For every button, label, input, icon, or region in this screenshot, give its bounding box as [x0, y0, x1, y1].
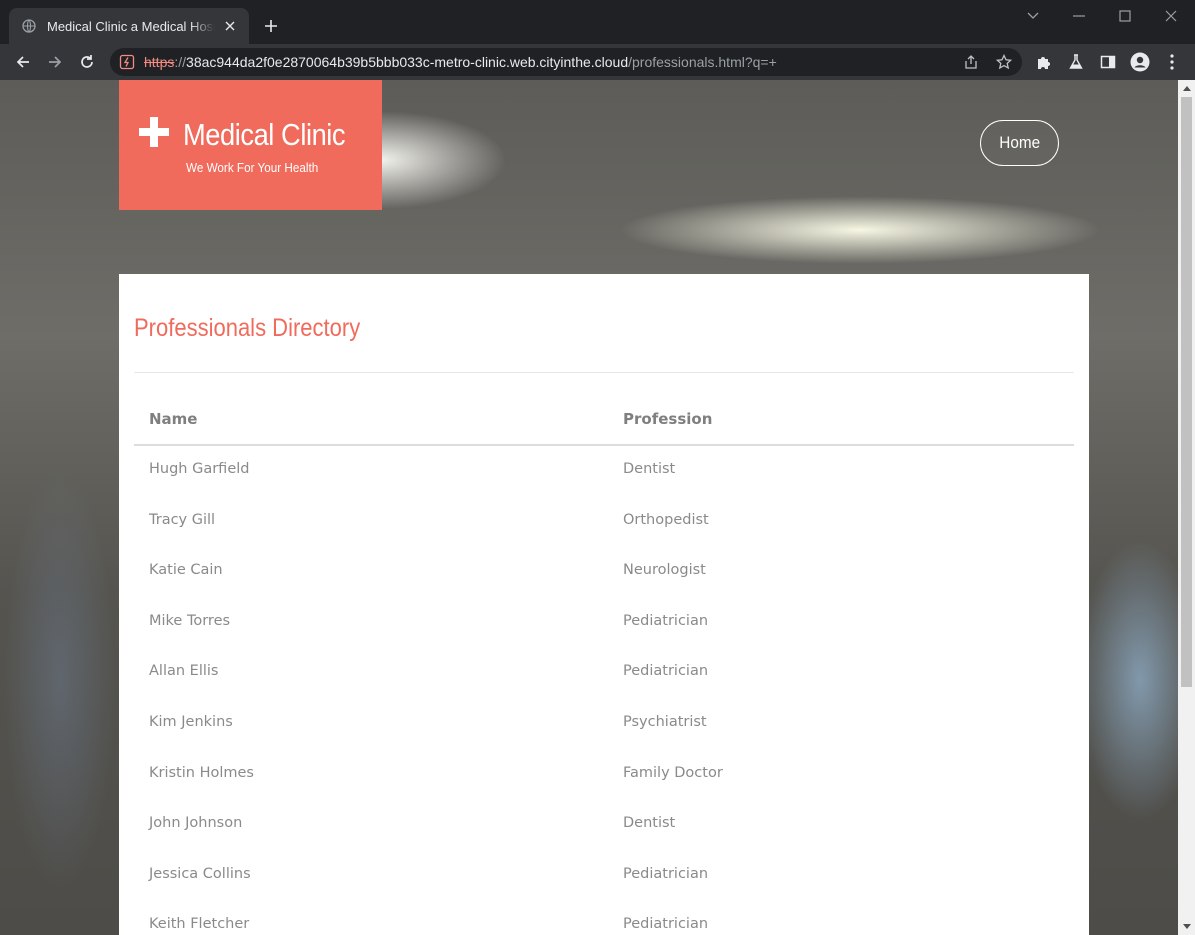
- scrollbar-thumb[interactable]: [1181, 97, 1192, 687]
- cell-name: Kristin Holmes: [149, 764, 254, 781]
- bookmark-star-icon[interactable]: [994, 53, 1014, 71]
- home-nav-button[interactable]: Home: [980, 120, 1059, 166]
- table-row: Jessica Collins Pediatrician: [134, 851, 1074, 902]
- title-divider: [134, 372, 1074, 373]
- brand-title: Medical Clinic: [183, 117, 346, 152]
- maximize-icon[interactable]: [1111, 6, 1139, 26]
- page-title: Professionals Directory: [134, 314, 361, 342]
- url-scheme: https: [144, 54, 175, 70]
- menu-kebab-icon[interactable]: [1162, 52, 1182, 72]
- cell-name: Hugh Garfield: [149, 461, 250, 477]
- back-arrow-icon[interactable]: [10, 49, 36, 75]
- url-host: 38ac944da2f0e2870064b39b5bbb033c-metro-c…: [186, 54, 629, 70]
- cell-name: Tracy Gill: [149, 511, 216, 528]
- table-row: John Johnson Dentist: [134, 800, 1074, 851]
- home-nav-label: Home: [999, 133, 1040, 152]
- url-path: /professionals.html?q=+: [628, 54, 777, 70]
- extensions-puzzle-icon[interactable]: [1034, 52, 1054, 72]
- globe-icon: [21, 18, 37, 34]
- side-panel-icon[interactable]: [1098, 52, 1118, 72]
- cell-name: Jessica Collins: [149, 865, 251, 882]
- forward-arrow-icon[interactable]: [42, 49, 68, 75]
- page-scrollbar[interactable]: [1178, 80, 1195, 935]
- browser-tab[interactable]: Medical Clinic a Medical Hospital: [9, 8, 249, 44]
- cell-profession: Dentist: [623, 815, 676, 832]
- cell-profession: Orthopedist: [623, 511, 709, 528]
- cell-profession: Family Doctor: [623, 764, 723, 781]
- table-row: Katie Cain Neurologist: [134, 547, 1074, 598]
- brand-logo-block[interactable]: Medical Clinic We Work For Your Health: [119, 80, 382, 210]
- table-row: Keith Fletcher Pediatrician: [134, 901, 1074, 935]
- browser-tab-strip: Medical Clinic a Medical Hospital: [0, 0, 1195, 44]
- cell-profession: Neurologist: [623, 562, 706, 579]
- browser-toolbar: https://38ac944da2f0e2870064b39b5bbb033c…: [0, 44, 1195, 80]
- table-row: Tracy Gill Orthopedist: [134, 497, 1074, 548]
- labs-flask-icon[interactable]: [1066, 52, 1086, 72]
- brand-tagline: We Work For Your Health: [186, 160, 319, 175]
- cell-profession: Pediatrician: [623, 916, 709, 933]
- new-tab-icon[interactable]: [260, 15, 282, 37]
- page-viewport: Medical Clinic We Work For Your Health H…: [0, 80, 1178, 935]
- reload-icon[interactable]: [74, 49, 100, 75]
- cell-name: John Johnson: [149, 815, 243, 832]
- medical-cross-icon: [139, 117, 169, 147]
- close-window-icon[interactable]: [1157, 6, 1185, 26]
- close-tab-icon[interactable]: [221, 17, 239, 35]
- cell-name: Mike Torres: [149, 612, 231, 629]
- cell-profession: Pediatrician: [623, 612, 709, 629]
- scroll-down-arrow-icon[interactable]: [1178, 918, 1195, 935]
- table-header: Name Profession: [134, 394, 1074, 446]
- directory-panel: Professionals Directory Name Profession …: [119, 274, 1089, 935]
- share-icon[interactable]: [961, 53, 981, 71]
- cell-profession: Pediatrician: [623, 663, 709, 680]
- cell-name: Allan Ellis: [149, 663, 219, 680]
- table-row: Hugh Garfield Dentist: [134, 446, 1074, 497]
- professionals-table: Name Profession Hugh Garfield Dentist Tra…: [134, 394, 1074, 935]
- column-header-profession: Profession: [623, 410, 713, 428]
- cell-name: Katie Cain: [149, 562, 223, 579]
- url-text: https://38ac944da2f0e2870064b39b5bbb033c…: [144, 54, 777, 70]
- url-separator: ://: [174, 54, 187, 70]
- cell-name: Kim Jenkins: [149, 713, 233, 730]
- column-header-name: Name: [149, 410, 198, 428]
- profile-avatar-icon[interactable]: [1130, 52, 1150, 72]
- cell-profession: Dentist: [623, 461, 676, 477]
- cell-profession: Psychiatrist: [623, 713, 707, 730]
- table-row: Allan Ellis Pediatrician: [134, 648, 1074, 699]
- address-bar[interactable]: https://38ac944da2f0e2870064b39b5bbb033c…: [110, 48, 1022, 76]
- cell-name: Keith Fletcher: [149, 916, 250, 933]
- tab-search-icon[interactable]: [1019, 6, 1047, 26]
- table-row: Kim Jenkins Psychiatrist: [134, 699, 1074, 750]
- table-row: Mike Torres Pediatrician: [134, 598, 1074, 649]
- not-secure-icon[interactable]: [119, 54, 135, 70]
- tab-title: Medical Clinic a Medical Hospital: [47, 18, 215, 34]
- minimize-icon[interactable]: [1065, 6, 1093, 26]
- scroll-up-arrow-icon[interactable]: [1178, 80, 1195, 97]
- table-row: Kristin Holmes Family Doctor: [134, 750, 1074, 801]
- cell-profession: Pediatrician: [623, 865, 709, 882]
